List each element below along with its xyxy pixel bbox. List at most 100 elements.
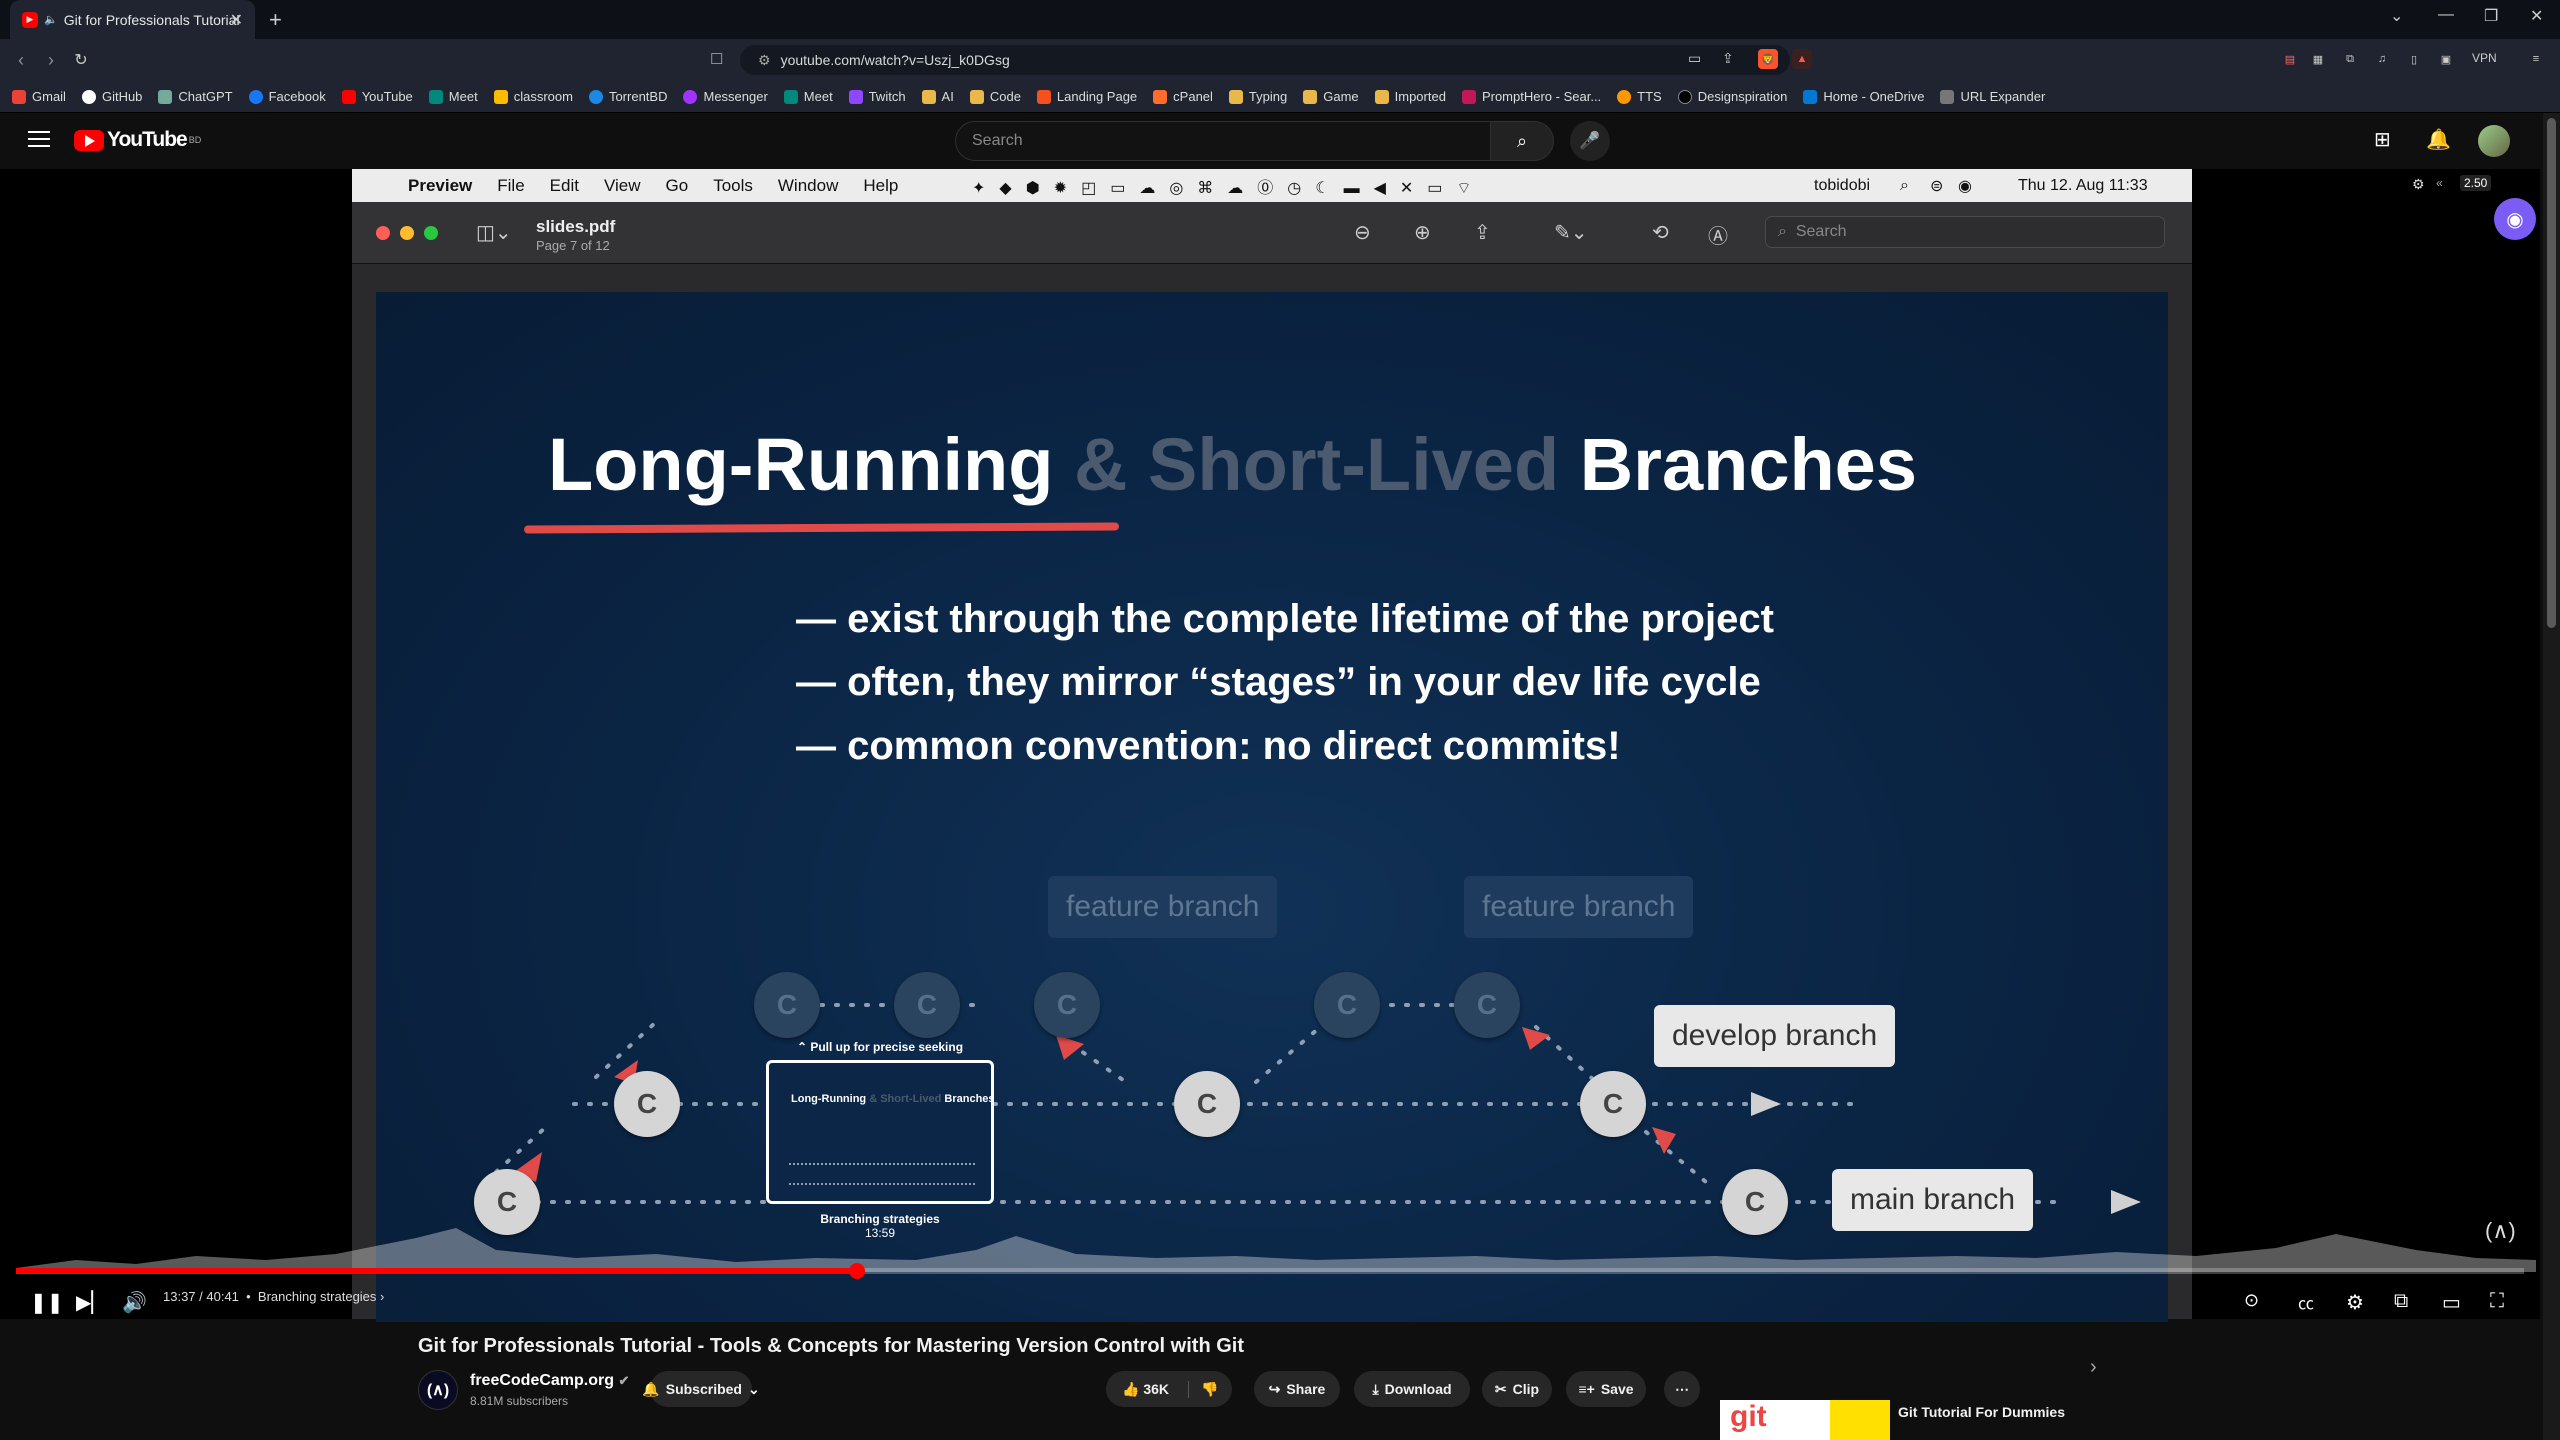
browser-tab[interactable]: ▶ 🔈 Git for Professionals Tutorial ✕ — [10, 0, 255, 39]
bookmark-item[interactable]: Home - OneDrive — [1803, 89, 1924, 104]
brave-rewards-icon[interactable]: ▲ — [1792, 49, 1812, 69]
bookmark-item[interactable]: Meet — [783, 89, 833, 104]
channel-avatar[interactable]: (∧) — [418, 1370, 458, 1410]
vpn-button[interactable]: VPN — [2472, 51, 2497, 65]
sidebar-icon[interactable]: ▯ — [2404, 49, 2424, 69]
fullscreen-button[interactable]: ⛶ — [2490, 1290, 2504, 1313]
forward-button[interactable]: › — [36, 50, 66, 71]
back-button[interactable]: ‹ — [6, 50, 36, 71]
close-window-button[interactable]: ✕ — [2530, 6, 2543, 26]
bookmark-label: Home - OneDrive — [1823, 89, 1925, 104]
bookmark-item[interactable]: Meet — [428, 89, 478, 104]
progress-bar[interactable] — [16, 1263, 2524, 1279]
share-button[interactable]: ↪ Share — [1254, 1371, 1340, 1407]
channel-name[interactable]: freeCodeCamp.org ✔ — [470, 1372, 629, 1390]
markup-pen-icon: ✎⌄ — [1554, 222, 1588, 244]
settings-button[interactable]: ⚙ — [2346, 1290, 2364, 1315]
miniplayer-button[interactable]: ⧉ — [2394, 1290, 2408, 1313]
bookmark-folder[interactable]: Typing — [1228, 89, 1287, 104]
subscribed-button[interactable]: 🔔 Subscribed ⌄ — [642, 1371, 760, 1407]
bookmark-item[interactable]: Twitch — [848, 89, 906, 104]
more-actions-button[interactable]: ⋯ — [1664, 1371, 1700, 1407]
bookmark-item[interactable]: cPanel — [1153, 89, 1213, 104]
bookmark-item[interactable]: TTS — [1617, 89, 1662, 104]
bookmark-item[interactable]: Landing Page — [1036, 89, 1137, 104]
channel-watermark-icon[interactable]: (∧) — [2485, 1218, 2516, 1244]
share-page-icon[interactable]: ⇪ — [1722, 50, 1734, 67]
theater-mode-button[interactable]: ▭ — [2442, 1290, 2461, 1315]
extension-icon[interactable]: ▦ — [2308, 49, 2328, 69]
recommended-thumbnail[interactable]: git — [1720, 1400, 1890, 1440]
next-button[interactable]: ▶▏ — [76, 1290, 107, 1315]
bookmark-folder[interactable]: AI — [921, 89, 954, 104]
like-button[interactable]: 👍 36K — [1122, 1381, 1169, 1398]
dislike-button[interactable]: 👎 — [1188, 1380, 1218, 1398]
bookmark-icon[interactable]: ☐ — [710, 50, 723, 68]
youtube-logo[interactable]: YouTube BD — [74, 128, 201, 152]
download-button[interactable]: ⤓ Download — [1354, 1371, 1470, 1407]
hamburger-menu-icon[interactable] — [28, 131, 50, 147]
create-video-icon[interactable]: ⊞ — [2374, 127, 2391, 152]
extension-badge-icon[interactable]: ▤ — [2280, 49, 2300, 69]
bookmark-item[interactable]: YouTube — [341, 89, 413, 104]
page-scrollbar[interactable] — [2543, 113, 2560, 1440]
media-icon[interactable]: ♫ — [2372, 49, 2392, 69]
brave-shields-icon[interactable]: 🦁 — [1758, 49, 1778, 69]
volume-button[interactable]: 🔊 — [122, 1290, 147, 1315]
commit-node: C — [1174, 1071, 1240, 1137]
autoplay-toggle[interactable]: ⊙ — [2244, 1290, 2259, 1311]
maximize-button[interactable]: ❐ — [2484, 6, 2498, 26]
bookmark-folder[interactable]: Imported — [1374, 89, 1446, 104]
save-button[interactable]: ≡+ Save — [1566, 1371, 1646, 1407]
bookmark-item[interactable]: Designspiration — [1677, 89, 1788, 104]
menu-icon[interactable]: ≡ — [2526, 49, 2546, 69]
assistant-extension-icon[interactable]: ◉ — [2494, 198, 2536, 240]
bookmark-item[interactable]: URL Expander — [1940, 89, 2045, 104]
audio-icon[interactable]: 🔈 — [44, 13, 58, 26]
captions-button[interactable]: ㏄ — [2298, 1290, 2314, 1314]
mac-clock: Thu 12. Aug 11:33 — [2018, 176, 2148, 194]
minimize-button[interactable]: — — [2438, 6, 2454, 24]
settings-gear-icon[interactable]: ⚙ — [2412, 176, 2425, 193]
voice-search-button[interactable]: 🎤 — [1570, 121, 1610, 161]
rewind-icon[interactable]: « — [2436, 176, 2443, 190]
close-tab-icon[interactable]: ✕ — [230, 10, 243, 30]
rotate-icon: ⟲ — [1652, 222, 1669, 244]
youtube-search-input[interactable]: Search — [955, 121, 1505, 161]
time-display: 13:37 / 40:41 • Branching strategies › — [163, 1289, 385, 1304]
wallet-icon[interactable]: ▣ — [2436, 49, 2456, 69]
url-field[interactable]: ⚙ youtube.com/watch?v=Uszj_k0DGsg — [740, 45, 1790, 75]
tab-search-chevron-icon[interactable]: ⌄ — [2390, 6, 2403, 26]
bookmark-item[interactable]: GitHub — [81, 89, 142, 104]
cast-icon[interactable]: ▭ — [1688, 50, 1701, 67]
bookmark-item[interactable]: ChatGPT — [158, 89, 233, 104]
arrow-head — [1652, 1127, 1676, 1154]
bookmark-item[interactable]: PromptHero - Sear... — [1461, 89, 1601, 104]
reload-button[interactable]: ↻ — [66, 50, 96, 70]
site-info-icon[interactable]: ⚙ — [758, 52, 771, 69]
share-label: Share — [1286, 1381, 1326, 1397]
scrollbar-thumb[interactable] — [2547, 118, 2556, 628]
chevron-right-icon[interactable]: › — [2090, 1356, 2097, 1379]
bookmark-folder[interactable]: Code — [969, 89, 1021, 104]
bookmark-item[interactable]: classroom — [493, 89, 573, 104]
bookmark-item[interactable]: TorrentBD — [588, 89, 667, 104]
pause-button[interactable]: ❚❚ — [30, 1290, 64, 1315]
chapter-title[interactable]: Branching strategies — [258, 1289, 377, 1304]
new-tab-button[interactable]: + — [269, 7, 282, 33]
mac-menu-item: Tools — [713, 175, 753, 195]
notifications-bell-icon[interactable]: 🔔 — [2426, 127, 2451, 152]
search-button[interactable]: ⌕ — [1490, 121, 1554, 161]
account-avatar[interactable] — [2478, 125, 2510, 157]
playback-speed-badge[interactable]: 2.50 — [2460, 175, 2492, 191]
recommended-title[interactable]: Git Tutorial For Dummies — [1898, 1404, 2065, 1420]
extension-puzzle-icon[interactable]: ⧉ — [2340, 49, 2360, 69]
bookmark-item[interactable]: Gmail — [12, 89, 66, 104]
bookmark-item[interactable]: Facebook — [248, 89, 326, 104]
scrubber-handle[interactable] — [848, 1263, 865, 1279]
bookmark-label: Designspiration — [1697, 89, 1788, 104]
bookmark-folder[interactable]: Game — [1303, 89, 1359, 104]
mac-menu-item: File — [497, 175, 525, 195]
clip-button[interactable]: ✂ Clip — [1482, 1371, 1552, 1407]
bookmark-item[interactable]: Messenger — [683, 89, 768, 104]
